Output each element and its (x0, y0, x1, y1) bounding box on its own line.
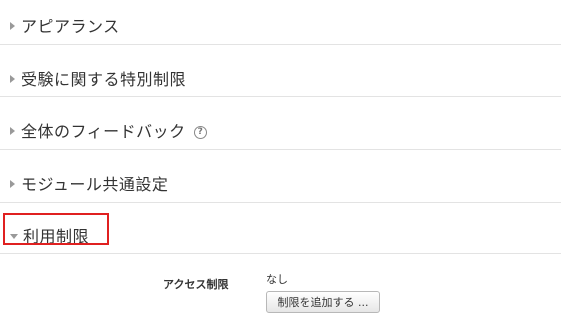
highlight-box (3, 213, 109, 245)
section-divider (0, 253, 561, 254)
section-header-extra-restrictions[interactable]: 受験に関する特別制限 (10, 66, 186, 90)
section-overall-feedback: 全体のフィードバック ? (0, 106, 561, 152)
section-label: 受験に関する特別制限 (21, 70, 187, 89)
section-header-common-module-settings[interactable]: モジュール共通設定 (10, 171, 168, 195)
section-label: アピアランス (21, 17, 120, 36)
section-appearance: アピアランス (0, 0, 561, 46)
access-restriction-value: なし (266, 273, 288, 286)
section-common-module-settings: モジュール共通設定 (0, 158, 561, 204)
section-divider (0, 44, 561, 45)
section-divider (0, 96, 561, 97)
section-extra-restrictions: 受験に関する特別制限 (0, 52, 561, 98)
section-divider (0, 202, 561, 203)
collapsed-arrow-icon (10, 21, 15, 30)
collapsed-arrow-icon (10, 126, 15, 135)
collapsed-arrow-icon (10, 74, 15, 83)
section-header-overall-feedback[interactable]: 全体のフィードバック ? (10, 118, 207, 142)
help-icon[interactable]: ? (193, 125, 207, 139)
section-divider (0, 149, 561, 150)
section-label: モジュール共通設定 (21, 175, 169, 194)
collapsed-arrow-icon (10, 179, 15, 188)
add-restriction-button[interactable]: 制限を追加する ... (266, 291, 380, 313)
section-label: 全体のフィードバック (21, 122, 186, 141)
access-restriction-label: アクセス制限 (163, 278, 229, 291)
section-header-appearance[interactable]: アピアランス (10, 13, 120, 37)
